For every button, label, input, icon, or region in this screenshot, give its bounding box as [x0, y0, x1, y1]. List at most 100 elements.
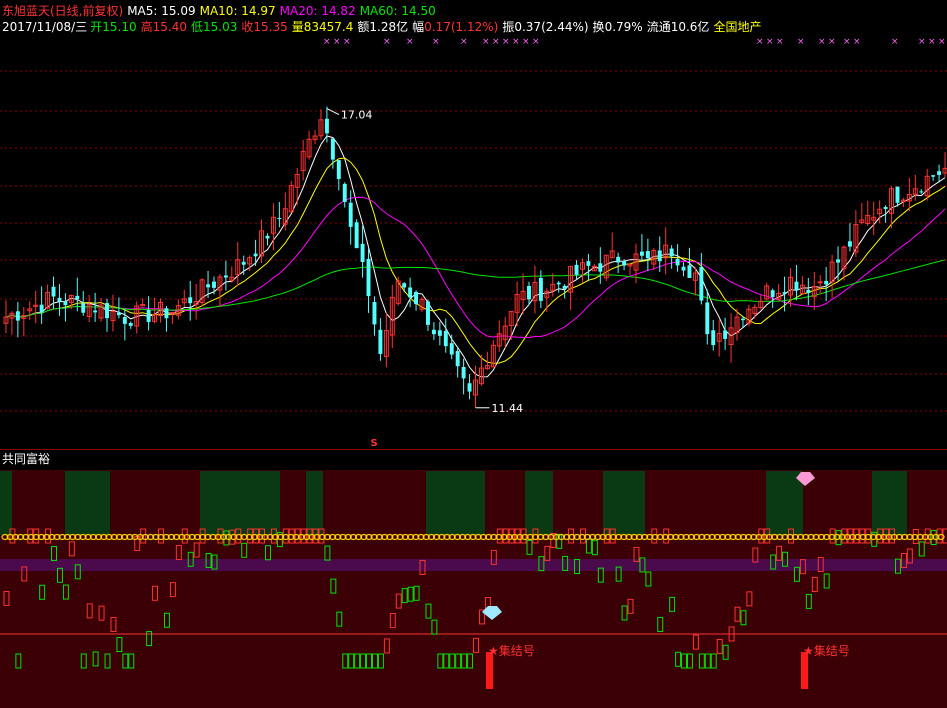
candle-body — [408, 287, 413, 298]
green-zone — [525, 471, 553, 535]
candle-body — [467, 383, 472, 392]
candle-body — [824, 280, 829, 285]
candle-body — [116, 312, 121, 316]
candle-body — [366, 258, 371, 297]
candle-body — [817, 281, 823, 284]
candle-body — [277, 217, 282, 220]
quote-date: 2017/11/08/三 — [2, 20, 88, 34]
candle-body — [348, 202, 353, 227]
green-zone — [200, 471, 280, 535]
signal-label: ★集结号 — [488, 643, 535, 658]
x-marker: × — [776, 37, 784, 47]
candle-body — [527, 286, 531, 300]
candle-body — [723, 330, 728, 339]
candle-body — [782, 292, 787, 294]
candle-body — [378, 329, 383, 354]
x-marker: × — [891, 37, 899, 47]
close-label: 收 — [241, 20, 254, 34]
candle-body — [342, 183, 347, 202]
x-marker: × — [828, 37, 836, 47]
candle-body — [598, 263, 603, 272]
candle-body — [63, 301, 68, 306]
candle-body — [836, 259, 841, 263]
x-marker: × — [938, 37, 946, 47]
candle-body — [740, 318, 745, 321]
x-marker: × — [343, 37, 351, 47]
ma5-value: MA5: 15.09 — [127, 4, 196, 18]
candle-body — [895, 186, 900, 203]
green-zone — [872, 471, 907, 535]
sell-s-marker: S — [370, 438, 377, 449]
candle-body — [122, 317, 127, 324]
x-marker: × — [383, 37, 391, 47]
candle-body — [574, 264, 579, 275]
low-value: 15.03 — [202, 20, 238, 34]
candle-body — [39, 304, 44, 313]
candle-body — [164, 308, 169, 319]
price-chart[interactable]: × × × × × × × × × × × × × × × × × × × × × × × × × 17.0411.44S ★集… — [0, 0, 947, 708]
high-value: 15.40 — [152, 20, 187, 34]
candle-body — [562, 285, 567, 289]
candle-body — [360, 243, 365, 262]
candle-body — [93, 310, 98, 313]
x-marker: × — [843, 37, 851, 47]
close-value: 15.35 — [253, 20, 288, 34]
float-label: 流通 — [646, 20, 671, 34]
x-marker: × — [522, 37, 530, 47]
candle-body — [51, 286, 56, 297]
candle-body — [212, 281, 216, 288]
candle-body — [657, 250, 662, 262]
candle-body — [639, 251, 644, 256]
candle-body — [431, 329, 436, 335]
x-marker: × — [928, 37, 936, 47]
x-marker: × — [460, 37, 468, 47]
candle-body — [681, 266, 686, 271]
x-marker: × — [766, 37, 774, 47]
candle-body — [931, 175, 936, 177]
green-zone — [603, 471, 645, 535]
candle-body — [675, 258, 680, 266]
candle-body — [128, 323, 133, 326]
green-zone — [0, 471, 12, 535]
high-price-label: 17.04 — [341, 109, 373, 122]
high-label: 高 — [140, 20, 153, 34]
x-marker: × — [502, 37, 510, 47]
green-zone — [426, 471, 485, 535]
candle-body — [265, 235, 270, 239]
candle-body — [556, 282, 561, 285]
green-zone — [65, 471, 110, 535]
amount-label: 额 — [357, 20, 370, 34]
turnover-label: 换 — [592, 20, 605, 34]
ma10-value: MA10: 14.97 — [199, 4, 276, 18]
x-marker: × — [406, 37, 414, 47]
open-label: 开 — [90, 20, 103, 34]
candle-body — [443, 330, 448, 347]
sector-label: 全国地产 — [713, 20, 762, 34]
change-value: 0.17(1.12%) — [424, 20, 499, 34]
ma20-value: MA20: 14.82 — [279, 4, 356, 18]
candle-body — [105, 303, 109, 319]
candle-body — [402, 283, 407, 288]
open-value: 15.10 — [102, 20, 137, 34]
candle-body — [15, 311, 20, 321]
x-marker: × — [918, 37, 926, 47]
candle-body — [188, 297, 193, 304]
candle-body — [253, 253, 258, 257]
low-price-label: 11.44 — [492, 402, 524, 415]
candle-body — [206, 284, 211, 288]
float-value: 10.6亿 — [670, 20, 710, 34]
quote-line: 2017/11/08/三 开15.10 高15.40 低15.03 收15.35 量834… — [2, 19, 765, 35]
x-marker: × — [532, 37, 540, 47]
change-label: 幅 — [412, 20, 425, 34]
vol-label: 量 — [291, 20, 304, 34]
candle-body — [705, 302, 710, 335]
amp-label: 振 — [502, 20, 515, 34]
candle-body — [241, 261, 246, 265]
candle-body — [711, 330, 716, 346]
ma60-value: MA60: 14.50 — [359, 4, 436, 18]
green-zone — [306, 471, 323, 535]
chart-root[interactable]: × × × × × × × × × × × × × × × × × × × × × × × × × 17.04 11.44 S ★集… — [0, 0, 947, 708]
candle-body — [146, 309, 151, 323]
candle-body — [616, 256, 621, 263]
x-marker: × — [756, 37, 764, 47]
